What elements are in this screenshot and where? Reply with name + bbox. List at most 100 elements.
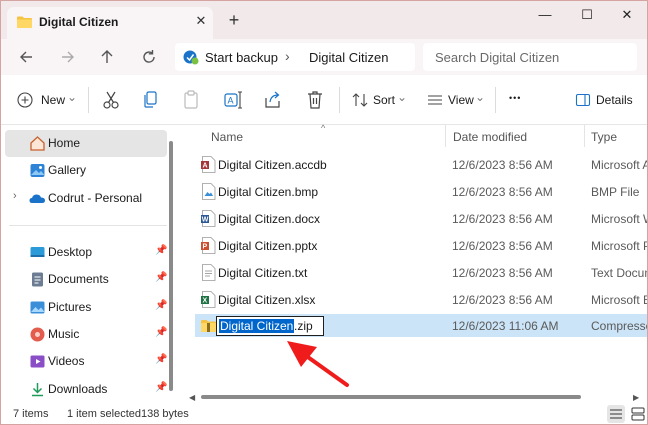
back-icon[interactable] <box>17 47 37 67</box>
image-file-icon <box>202 183 216 200</box>
close-window-button[interactable]: ✕ <box>607 5 647 25</box>
chevron-down-icon: ⌄ <box>67 90 78 104</box>
file-row[interactable]: Digital Citizen.bmp 12/6/2023 8:56 AM BM… <box>195 180 647 203</box>
forward-icon[interactable] <box>57 47 77 67</box>
tiles-view-button[interactable] <box>629 405 647 423</box>
column-header-name[interactable]: Name <box>211 130 243 144</box>
breadcrumb-start-backup[interactable]: Start backup <box>205 50 278 65</box>
file-row[interactable]: P Digital Citizen.pptx 12/6/2023 8:56 AM… <box>195 234 647 257</box>
start-backup-icon <box>183 50 199 65</box>
file-type: Microsoft Wo <box>591 212 647 226</box>
desktop-icon <box>30 247 45 257</box>
file-explorer-window: Digital Citizen ✕ + — ☐ ✕ Start backup ›… <box>0 0 648 425</box>
file-date: 12/6/2023 8:56 AM <box>452 266 553 280</box>
scroll-right-icon[interactable]: ▶ <box>633 393 639 402</box>
file-row-selected[interactable]: Digital Citizen .zip 12/6/2023 11:06 AM … <box>195 314 647 337</box>
up-icon[interactable] <box>97 47 117 67</box>
close-tab-icon[interactable]: ✕ <box>193 13 209 29</box>
sort-label: Sort <box>373 93 396 107</box>
refresh-icon[interactable] <box>139 47 159 67</box>
downloads-icon <box>32 383 43 397</box>
sidebar-item-label: Pictures <box>48 300 92 314</box>
sidebar-item-label: Home <box>48 136 81 150</box>
sidebar-item-music[interactable]: Music 📌 <box>5 321 167 348</box>
file-type: Microsoft Ac <box>591 158 647 172</box>
file-type: Compressed <box>591 319 647 333</box>
maximize-button[interactable]: ☐ <box>567 5 607 25</box>
sidebar-item-home[interactable]: Home <box>5 130 167 157</box>
sidebar-item-label: Music <box>48 327 80 341</box>
new-label: New <box>41 93 66 107</box>
file-name: Digital Citizen.accdb <box>218 158 327 172</box>
file-list: ^ Name Date modified Type A Digital Citi… <box>181 123 647 403</box>
details-view-icon <box>610 409 622 419</box>
sidebar-item-desktop[interactable]: Desktop 📌 <box>5 239 167 266</box>
sidebar-scrollbar[interactable] <box>169 141 173 391</box>
annotation-arrow-icon <box>287 341 349 387</box>
file-date: 12/6/2023 8:56 AM <box>452 185 553 199</box>
new-button[interactable]: New ⌄ <box>17 89 79 111</box>
sidebar-item-onedrive[interactable]: › Codrut - Personal <box>5 185 167 212</box>
tiles-view-icon <box>631 407 645 421</box>
pin-icon[interactable]: 📌 <box>155 245 167 256</box>
sort-button[interactable]: Sort ⌄ <box>351 89 407 111</box>
sidebar-item-downloads[interactable]: Downloads 📌 <box>5 376 167 403</box>
cut-icon[interactable] <box>101 89 121 111</box>
text-file-icon <box>202 264 216 281</box>
new-tab-icon[interactable]: + <box>225 11 243 29</box>
svg-text:X: X <box>203 298 208 305</box>
chevron-down-icon: ⌄ <box>475 90 486 104</box>
horizontal-scrollbar[interactable] <box>201 395 581 399</box>
status-item-count: 7 items <box>13 408 49 420</box>
rename-icon[interactable]: A <box>223 89 243 111</box>
breadcrumb-separator-icon[interactable]: › <box>285 48 290 64</box>
toolbar-divider <box>88 87 89 113</box>
sidebar-item-videos[interactable]: Videos 📌 <box>5 348 167 375</box>
tab-digital-citizen[interactable]: Digital Citizen ✕ <box>7 7 213 39</box>
pin-icon[interactable]: 📌 <box>155 382 167 393</box>
view-label: View <box>448 93 474 107</box>
column-header-type[interactable]: Type <box>591 130 617 144</box>
scroll-left-icon[interactable]: ◀ <box>189 393 195 402</box>
file-date: 12/6/2023 8:56 AM <box>452 158 553 172</box>
file-type: Microsoft Exc <box>591 293 647 307</box>
file-row[interactable]: Digital Citizen.txt 12/6/2023 8:56 AM Te… <box>195 261 647 284</box>
svg-text:W: W <box>202 217 209 224</box>
paste-icon[interactable] <box>181 89 201 111</box>
search-box[interactable]: Search Digital Citizen <box>423 43 637 71</box>
expand-chevron-icon[interactable]: › <box>13 190 17 202</box>
rename-extension-text: .zip <box>294 319 313 333</box>
file-row[interactable]: X Digital Citizen.xlsx 12/6/2023 8:56 AM… <box>195 288 647 311</box>
pin-icon[interactable]: 📌 <box>155 354 167 365</box>
minimize-button[interactable]: — <box>525 5 565 25</box>
sidebar-item-label: Gallery <box>48 163 87 177</box>
share-icon[interactable] <box>263 89 283 111</box>
pin-icon[interactable]: 📌 <box>155 327 167 338</box>
column-header-date-modified[interactable]: Date modified <box>453 130 527 144</box>
details-button[interactable]: Details <box>575 89 641 111</box>
column-divider[interactable] <box>445 125 446 147</box>
rename-input[interactable]: Digital Citizen .zip <box>216 316 324 336</box>
more-options-icon[interactable]: ••• <box>509 93 521 115</box>
file-row[interactable]: W Digital Citizen.docx 12/6/2023 8:56 AM… <box>195 207 647 230</box>
copy-icon[interactable] <box>141 89 161 111</box>
details-view-button[interactable] <box>607 405 625 423</box>
powerpoint-file-icon: P <box>201 237 216 254</box>
breadcrumb[interactable]: Start backup › Digital Citizen <box>175 43 415 71</box>
sidebar-item-documents[interactable]: Documents 📌 <box>5 266 167 293</box>
file-type: Microsoft Po <box>591 239 647 253</box>
breadcrumb-digital-citizen[interactable]: Digital Citizen <box>309 50 388 65</box>
pin-icon[interactable]: 📌 <box>155 272 167 283</box>
pictures-icon <box>30 301 45 314</box>
pin-icon[interactable]: 📌 <box>155 300 167 311</box>
details-pane-icon <box>575 93 591 107</box>
view-icon <box>428 95 442 105</box>
file-date: 12/6/2023 8:56 AM <box>452 293 553 307</box>
sidebar-item-gallery[interactable]: Gallery <box>5 157 167 184</box>
view-button[interactable]: View ⌄ <box>427 89 485 111</box>
file-row[interactable]: A Digital Citizen.accdb 12/6/2023 8:56 A… <box>195 153 647 176</box>
sidebar-item-pictures[interactable]: Pictures 📌 <box>5 294 167 321</box>
search-input[interactable]: Search Digital Citizen <box>435 50 559 65</box>
delete-icon[interactable] <box>305 89 325 111</box>
column-divider[interactable] <box>584 125 585 147</box>
